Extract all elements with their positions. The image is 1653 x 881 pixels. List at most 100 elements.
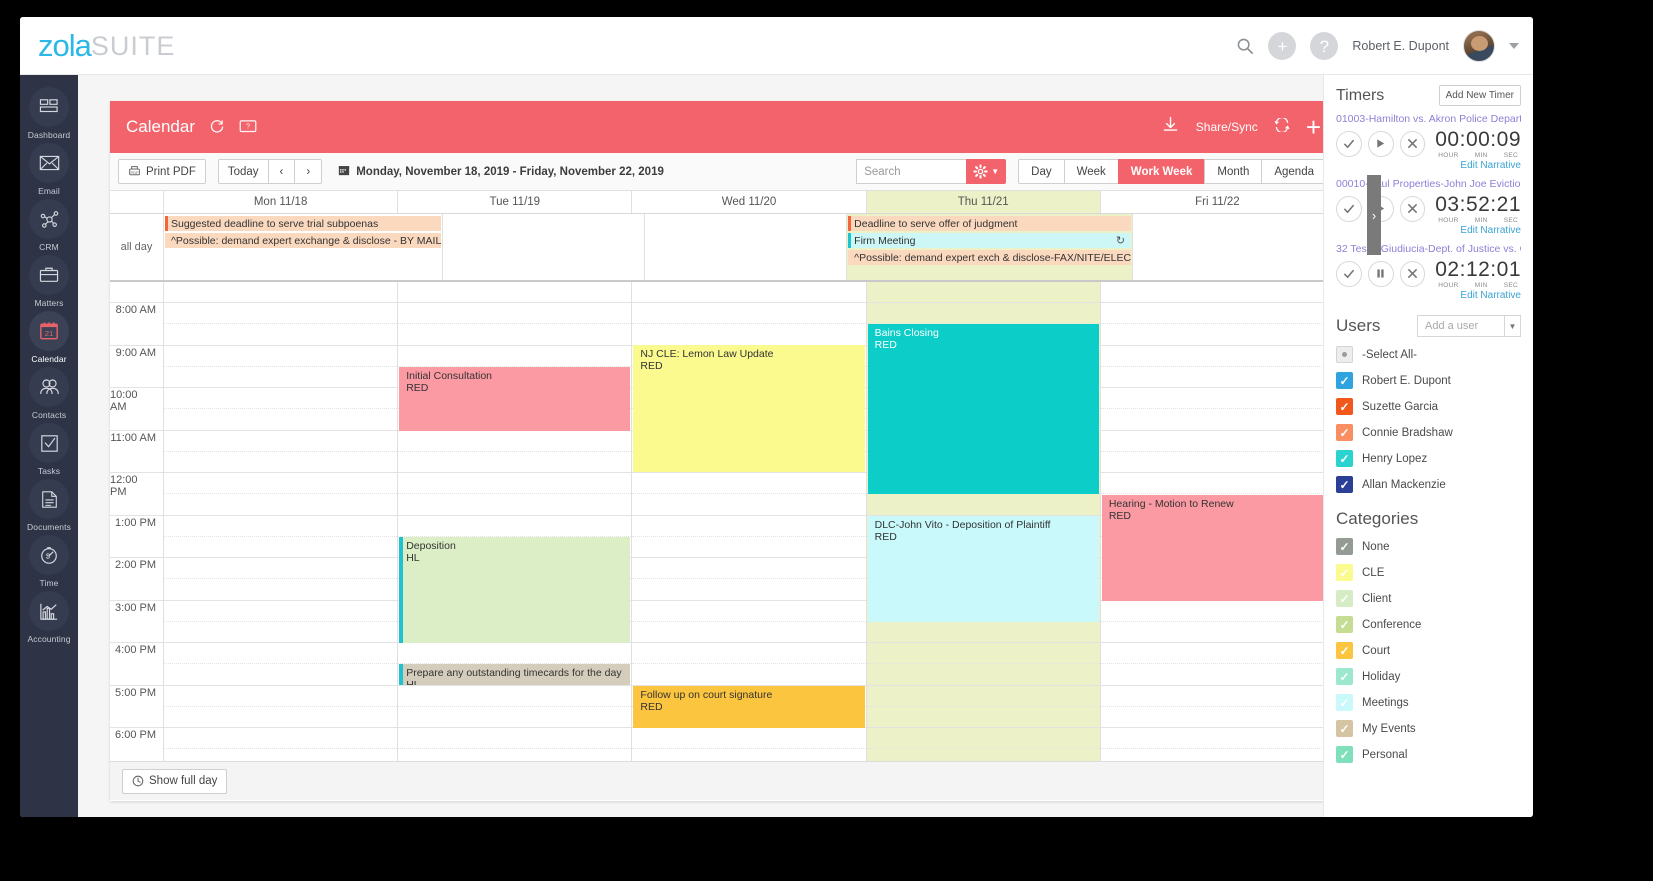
category-filter-row[interactable]: ✓ Holiday: [1336, 668, 1521, 685]
user-checkbox[interactable]: ✓: [1336, 476, 1353, 493]
tab-week[interactable]: Week: [1063, 159, 1118, 184]
category-filter-row[interactable]: ✓ Client: [1336, 590, 1521, 607]
search-input[interactable]: Search: [856, 159, 967, 184]
all-day-column[interactable]: [1133, 214, 1335, 280]
timer-matter-link[interactable]: 32 Tessa Giudiucia-Dept. of Justice vs. …: [1336, 243, 1521, 255]
timer-matter-link[interactable]: 01003-Hamilton vs. Akron Police Departme…: [1336, 113, 1521, 125]
edit-narrative-link[interactable]: Edit Narrative: [1336, 160, 1521, 171]
next-button[interactable]: ›: [294, 159, 323, 184]
show-full-day-button[interactable]: Show full day: [122, 768, 228, 794]
user-filter-row[interactable]: ✓ Robert E. Dupont: [1336, 372, 1521, 389]
calendar-event[interactable]: Hearing - Motion to Renew RED: [1101, 495, 1334, 601]
download-icon[interactable]: [1161, 115, 1180, 139]
category-checkbox[interactable]: ✓: [1336, 616, 1353, 633]
all-day-event[interactable]: Deadline to serve offer of judgment: [848, 216, 1132, 231]
play-icon[interactable]: [1367, 130, 1394, 157]
check-icon[interactable]: [1336, 130, 1362, 157]
add-event-icon[interactable]: +: [1306, 114, 1321, 140]
check-icon[interactable]: [1336, 260, 1362, 287]
all-day-column[interactable]: [443, 214, 646, 280]
category-checkbox[interactable]: ✓: [1336, 564, 1353, 581]
sidebar-item-contacts[interactable]: Contacts: [20, 367, 78, 420]
category-checkbox[interactable]: ✓: [1336, 642, 1353, 659]
chevron-down-icon[interactable]: ▼: [1504, 316, 1520, 336]
check-icon[interactable]: [1336, 195, 1362, 222]
sidebar-item-documents[interactable]: Documents: [20, 479, 78, 532]
user-checkbox[interactable]: ✓: [1336, 372, 1353, 389]
edit-narrative-link[interactable]: Edit Narrative: [1336, 290, 1521, 301]
calendar-event[interactable]: Deposition HL: [399, 537, 631, 643]
close-icon[interactable]: [1399, 195, 1426, 222]
category-checkbox[interactable]: ✓: [1336, 590, 1353, 607]
user-checkbox[interactable]: ✓: [1336, 424, 1353, 441]
all-day-column[interactable]: Suggested deadline to serve trial subpoe…: [164, 214, 444, 280]
category-filter-row[interactable]: ✓ None: [1336, 538, 1521, 555]
calendar-settings-button[interactable]: ▼: [966, 159, 1007, 184]
user-filter-row[interactable]: ✓ Connie Bradshaw: [1336, 424, 1521, 441]
user-filter-row[interactable]: ✓ Suzette Garcia: [1336, 398, 1521, 415]
calendar-event[interactable]: Bains Closing RED: [867, 324, 1099, 494]
sidebar-item-tasks[interactable]: Tasks: [20, 423, 78, 476]
user-filter-row[interactable]: -Select All-: [1336, 346, 1521, 363]
category-checkbox[interactable]: ✓: [1336, 720, 1353, 737]
calendar-event[interactable]: Follow up on court signature RED: [633, 686, 865, 728]
prev-button[interactable]: ‹: [267, 159, 295, 184]
sync-icon[interactable]: [1274, 116, 1290, 137]
sidebar-item-matters[interactable]: Matters: [20, 255, 78, 308]
category-filter-row[interactable]: ✓ CLE: [1336, 564, 1521, 581]
category-filter-row[interactable]: ✓ Court: [1336, 642, 1521, 659]
pause-icon[interactable]: [1367, 260, 1394, 287]
day-column[interactable]: Hearing - Motion to Renew RED: [1100, 282, 1335, 761]
user-filter-row[interactable]: ✓ Henry Lopez: [1336, 450, 1521, 467]
calendar-event[interactable]: DLC-John Vito - Deposition of Plaintiff R…: [867, 516, 1099, 622]
category-checkbox[interactable]: ✓: [1336, 538, 1353, 555]
print-pdf-button[interactable]: PDF Print PDF: [118, 159, 206, 184]
day-column[interactable]: [164, 282, 399, 761]
avatar[interactable]: [1463, 30, 1495, 62]
all-day-column[interactable]: Deadline to serve offer of judgment Firm …: [847, 214, 1134, 280]
user-checkbox[interactable]: ✓: [1336, 450, 1353, 467]
day-column[interactable]: NJ CLE: Lemon Law Update RED Follow up on …: [632, 282, 867, 761]
search-icon[interactable]: [1236, 37, 1254, 55]
category-filter-row[interactable]: ✓ Meetings: [1336, 694, 1521, 711]
all-day-event[interactable]: ^Possible: demand expert exch & disclose…: [848, 250, 1132, 265]
add-user-select[interactable]: Add a user ▼: [1417, 315, 1521, 337]
share-sync-label[interactable]: Share/Sync: [1196, 120, 1258, 134]
sidebar-item-crm[interactable]: CRM: [20, 199, 78, 252]
category-filter-row[interactable]: ✓ Personal: [1336, 746, 1521, 763]
chevron-down-icon[interactable]: [1509, 43, 1519, 49]
all-day-event[interactable]: ^Possible: demand expert exchange & disc…: [165, 233, 442, 248]
all-day-column[interactable]: [645, 214, 848, 280]
calendar-event[interactable]: Prepare any outstanding timecards for th…: [399, 664, 631, 685]
popout-icon[interactable]: ?: [239, 119, 257, 135]
tab-day[interactable]: Day: [1018, 159, 1064, 184]
all-day-event[interactable]: Firm Meeting ↻: [848, 233, 1132, 248]
category-checkbox[interactable]: ✓: [1336, 694, 1353, 711]
day-column[interactable]: Bains Closing RED DLC-John Vito - Depositi…: [866, 282, 1101, 761]
category-filter-row[interactable]: ✓ Conference: [1336, 616, 1521, 633]
category-checkbox[interactable]: ✓: [1336, 746, 1353, 763]
select-all-checkbox[interactable]: [1336, 346, 1353, 363]
calendar-event[interactable]: Initial Consultation RED: [399, 367, 631, 431]
help-icon[interactable]: ?: [1310, 32, 1339, 60]
sidebar-item-calendar[interactable]: 21 Calendar: [20, 311, 78, 364]
app-logo[interactable]: zola SUITE: [38, 28, 175, 63]
category-filter-row[interactable]: ✓ My Events: [1336, 720, 1521, 737]
panel-collapse-handle[interactable]: ›: [1367, 175, 1381, 255]
calendar-event[interactable]: NJ CLE: Lemon Law Update RED: [633, 345, 865, 472]
sidebar-item-dashboard[interactable]: Dashboard: [20, 87, 78, 140]
tab-agenda[interactable]: Agenda: [1261, 159, 1327, 184]
close-icon[interactable]: [1399, 130, 1426, 157]
tab-work-week[interactable]: Work Week: [1117, 159, 1205, 184]
add-new-timer-button[interactable]: Add New Timer: [1438, 85, 1521, 106]
edit-narrative-link[interactable]: Edit Narrative: [1336, 225, 1521, 236]
close-icon[interactable]: [1399, 260, 1426, 287]
category-checkbox[interactable]: ✓: [1336, 668, 1353, 685]
tab-month[interactable]: Month: [1204, 159, 1262, 184]
user-checkbox[interactable]: ✓: [1336, 398, 1353, 415]
all-day-event[interactable]: Suggested deadline to serve trial subpoe…: [165, 216, 442, 231]
refresh-icon[interactable]: [209, 119, 225, 135]
sidebar-item-email[interactable]: Email: [20, 143, 78, 196]
today-button[interactable]: Today: [217, 159, 268, 184]
user-filter-row[interactable]: ✓ Allan Mackenzie: [1336, 476, 1521, 493]
